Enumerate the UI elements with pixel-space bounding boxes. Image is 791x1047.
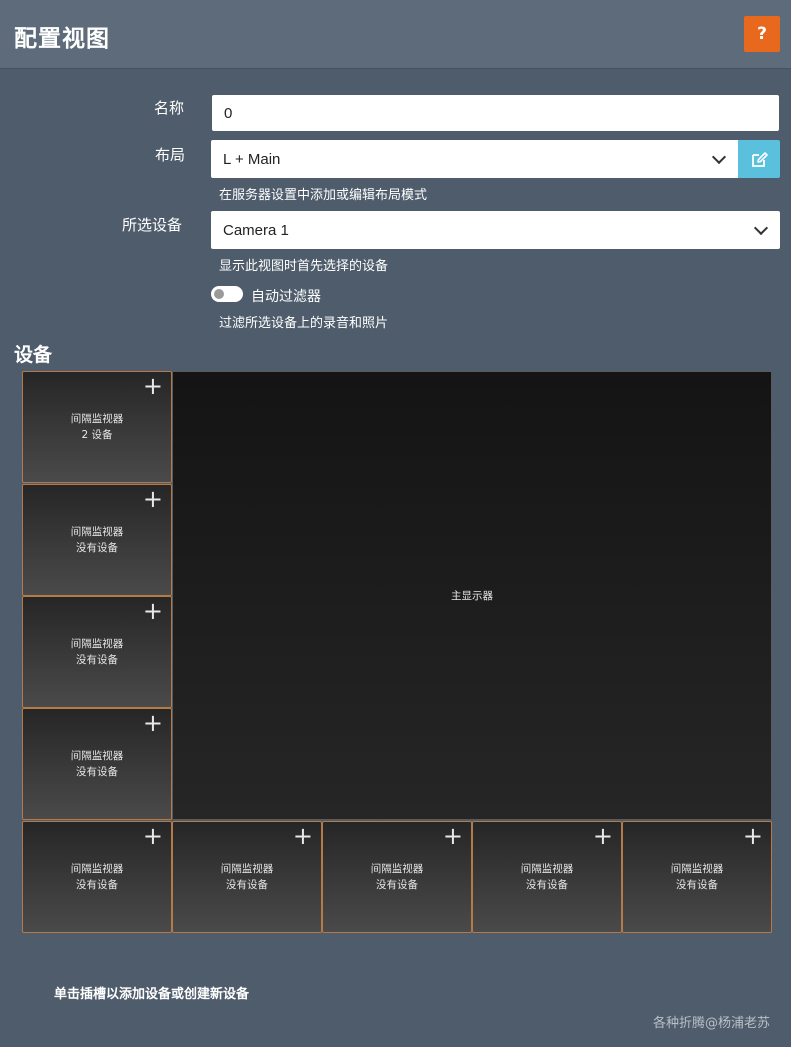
name-input-value: 0 — [224, 104, 233, 122]
slot-3[interactable]: + 间隔监视器 没有设备 — [22, 596, 172, 708]
add-icon[interactable]: + — [143, 599, 163, 623]
add-device-hint: 单击插槽以添加设备或创建新设备 — [54, 987, 250, 1002]
slot-title: 间隔监视器 — [370, 863, 424, 875]
name-input[interactable]: 0 — [212, 95, 779, 131]
layout-select-value: L + Main — [223, 150, 281, 168]
slot-label: 间隔监视器 没有设备 — [473, 861, 621, 893]
auto-filter-label: 自动过滤器 — [251, 289, 321, 305]
name-label: 名称 — [154, 99, 185, 117]
slot-subtitle: 没有设备 — [676, 879, 718, 891]
device-select[interactable]: Camera 1 — [211, 211, 780, 249]
slot-subtitle: 没有设备 — [376, 879, 418, 891]
main-display-label: 主显示器 — [451, 590, 493, 602]
main-display-slot[interactable]: 主显示器 — [172, 371, 772, 820]
slot-title: 间隔监视器 — [670, 863, 724, 875]
watermark: 各种折腾@杨浦老苏 — [652, 1016, 770, 1031]
slot-subtitle: 没有设备 — [76, 542, 118, 554]
slot-title: 间隔监视器 — [70, 750, 124, 762]
toggle-knob — [214, 289, 224, 299]
slot-label: 间隔监视器 没有设备 — [323, 861, 471, 893]
slot-title: 间隔监视器 — [70, 638, 124, 650]
edit-icon — [751, 151, 768, 167]
device-label: 所选设备 — [122, 216, 183, 234]
add-icon[interactable]: + — [143, 374, 163, 398]
slot-4[interactable]: + 间隔监视器 没有设备 — [22, 708, 172, 820]
slot-label: 间隔监视器 2 设备 — [23, 411, 171, 443]
slot-8[interactable]: + 间隔监视器 没有设备 — [472, 821, 622, 933]
add-icon[interactable]: + — [293, 824, 313, 848]
device-select-value: Camera 1 — [223, 221, 289, 239]
add-icon[interactable]: + — [593, 824, 613, 848]
slot-6[interactable]: + 间隔监视器 没有设备 — [172, 821, 322, 933]
slot-subtitle: 2 设备 — [81, 429, 113, 441]
slot-title: 间隔监视器 — [520, 863, 574, 875]
slot-9[interactable]: + 间隔监视器 没有设备 — [622, 821, 772, 933]
slot-title: 间隔监视器 — [70, 526, 124, 538]
slot-title: 间隔监视器 — [70, 413, 124, 425]
slot-label: 间隔监视器 没有设备 — [173, 861, 321, 893]
slot-title: 间隔监视器 — [70, 863, 124, 875]
add-icon[interactable]: + — [143, 711, 163, 735]
slot-label: 间隔监视器 没有设备 — [23, 524, 171, 556]
help-button[interactable]: ? — [744, 16, 780, 52]
add-icon[interactable]: + — [743, 824, 763, 848]
chevron-down-icon — [753, 220, 769, 236]
slot-5[interactable]: + 间隔监视器 没有设备 — [22, 821, 172, 933]
layout-hint: 在服务器设置中添加或编辑布局模式 — [219, 188, 428, 203]
slot-label: 间隔监视器 没有设备 — [23, 861, 171, 893]
add-icon[interactable]: + — [443, 824, 463, 848]
device-hint: 显示此视图时首先选择的设备 — [219, 259, 389, 274]
layout-select[interactable]: L + Main — [211, 140, 738, 178]
slot-subtitle: 没有设备 — [526, 879, 568, 891]
slot-label: 间隔监视器 没有设备 — [23, 636, 171, 668]
layout-label: 布局 — [155, 146, 186, 164]
auto-filter-toggle[interactable] — [211, 286, 243, 302]
slot-subtitle: 没有设备 — [76, 879, 118, 891]
chevron-down-icon — [711, 149, 727, 165]
slot-label: 间隔监视器 没有设备 — [623, 861, 771, 893]
slot-1[interactable]: + 间隔监视器 2 设备 — [22, 371, 172, 483]
slot-subtitle: 没有设备 — [226, 879, 268, 891]
auto-filter-hint: 过滤所选设备上的录音和照片 — [219, 316, 389, 331]
slot-subtitle: 没有设备 — [76, 654, 118, 666]
slot-7[interactable]: + 间隔监视器 没有设备 — [322, 821, 472, 933]
slot-title: 间隔监视器 — [220, 863, 274, 875]
edit-layout-button[interactable] — [738, 140, 780, 178]
devices-section-title: 设备 — [14, 344, 53, 366]
page-title: 配置视图 — [14, 26, 110, 52]
slot-2[interactable]: + 间隔监视器 没有设备 — [22, 484, 172, 596]
page-header: 配置视图 ? — [0, 0, 791, 69]
add-icon[interactable]: + — [143, 487, 163, 511]
slot-label: 间隔监视器 没有设备 — [23, 748, 171, 780]
add-icon[interactable]: + — [143, 824, 163, 848]
slot-subtitle: 没有设备 — [76, 766, 118, 778]
